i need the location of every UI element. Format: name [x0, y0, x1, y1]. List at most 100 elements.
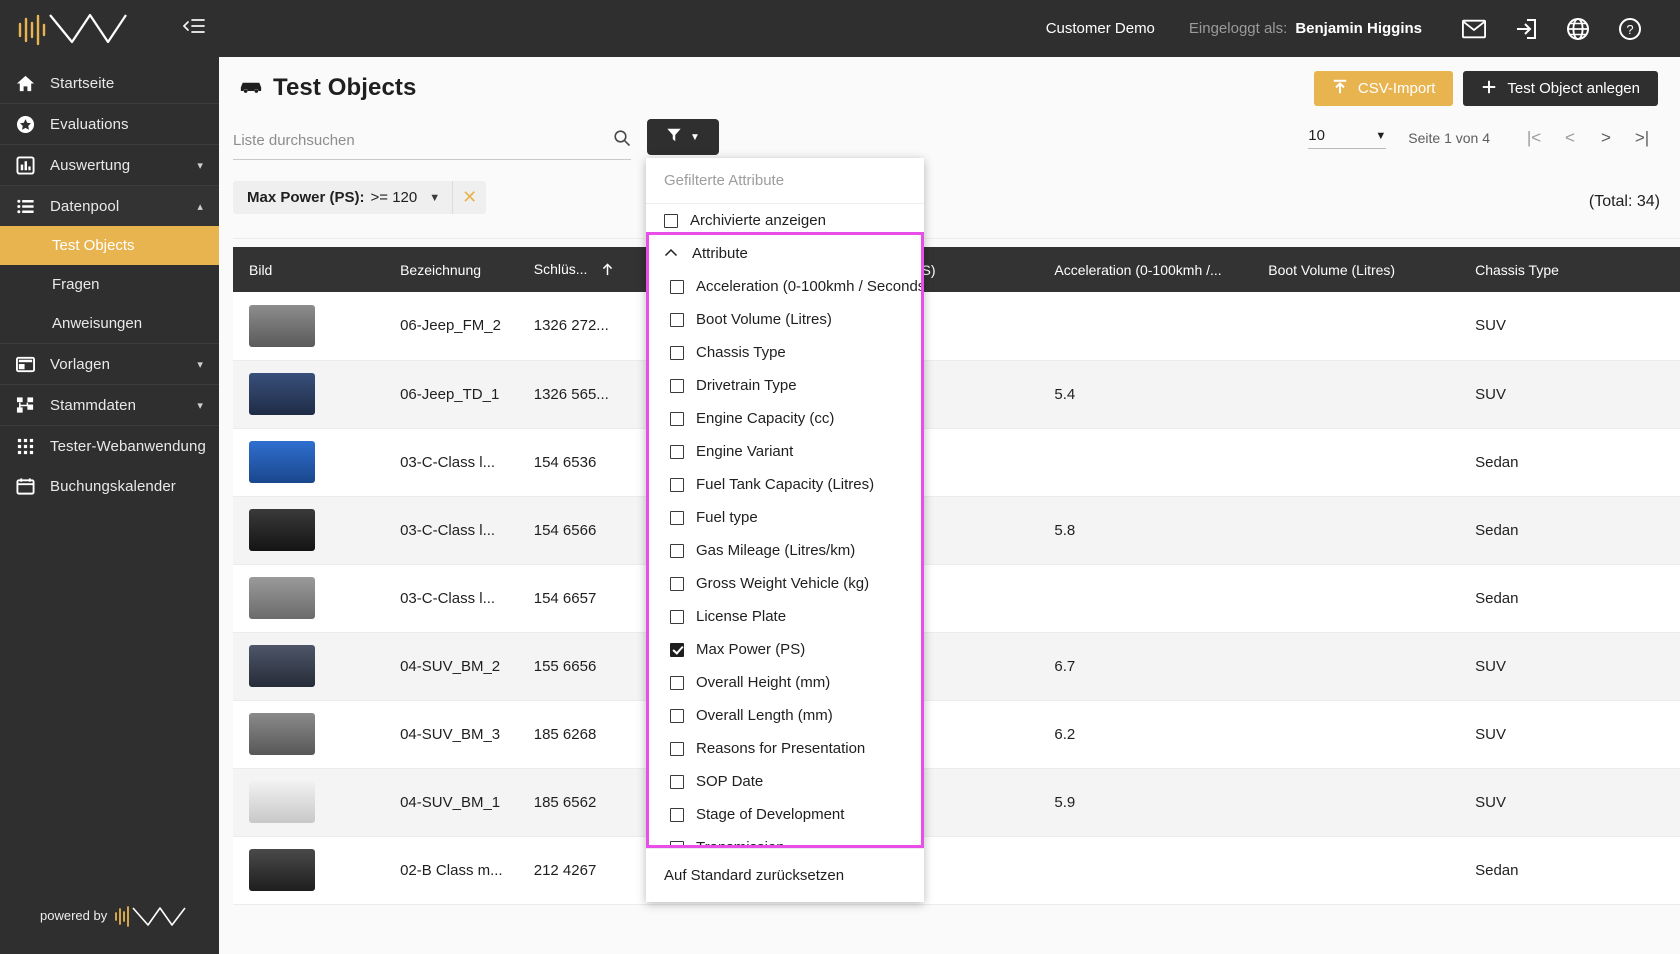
globe-icon[interactable]	[1552, 9, 1604, 49]
chevron-up-icon[interactable]	[664, 245, 678, 262]
chevron-down-icon[interactable]: ▾	[197, 358, 203, 371]
prev-page-button[interactable]: <	[1552, 123, 1588, 153]
checkbox-unchecked-icon[interactable]	[670, 411, 684, 426]
dropdown-attr-engine-variant[interactable]: Engine Variant	[670, 435, 924, 468]
sidebar-item-fragen[interactable]: Fragen	[0, 265, 219, 304]
create-test-object-button[interactable]: Test Object anlegen	[1463, 71, 1658, 106]
column-header-boot-volume[interactable]: Boot Volume (Litres)	[1252, 247, 1460, 292]
cell-chassis-type: SUV	[1459, 700, 1680, 769]
checkbox-unchecked-icon[interactable]	[670, 312, 684, 327]
cell-bild	[233, 360, 385, 429]
filter-chip-value: >= 120	[370, 189, 418, 206]
dropdown-attr-fuel-tank-capacity[interactable]: Fuel Tank Capacity (Litres)	[670, 468, 924, 501]
table-row[interactable]: 04-SUV_BM_3 185 6268 6.2 SUV	[233, 700, 1680, 769]
brand-row	[0, 0, 219, 57]
search-input[interactable]	[233, 132, 593, 149]
dropdown-attr-fuel-type[interactable]: Fuel type	[670, 501, 924, 534]
sidebar-subitem-label: Fragen	[52, 276, 100, 293]
reset-to-default-button[interactable]: Auf Standard zurücksetzen	[646, 848, 924, 902]
dropdown-attr-chassis-type[interactable]: Chassis Type	[670, 336, 924, 369]
chevron-up-icon[interactable]: ▴	[197, 200, 203, 213]
sidebar-item-vorlagen[interactable]: Vorlagen ▾	[0, 344, 219, 384]
cell-bezeichnung: 04-SUV_BM_2	[384, 632, 518, 701]
dropdown-attr-overall-height[interactable]: Overall Height (mm)	[670, 666, 924, 699]
checkbox-unchecked-icon[interactable]	[664, 213, 678, 228]
column-header-schluessel[interactable]: Schlüs...	[517, 247, 667, 292]
dropdown-attr-stage-of-development[interactable]: Stage of Development	[670, 798, 924, 831]
first-page-button[interactable]: |<	[1516, 123, 1552, 153]
sidebar-item-datenpool[interactable]: Datenpool ▴	[0, 186, 219, 226]
dropdown-attr-reasons-for-presentation[interactable]: Reasons for Presentation	[670, 732, 924, 765]
dropdown-attr-acceleration[interactable]: Acceleration (0-100kmh / Seconds)	[670, 270, 924, 303]
checkbox-unchecked-icon[interactable]	[670, 345, 684, 360]
chevron-down-icon[interactable]: ▼	[427, 192, 452, 204]
checkbox-unchecked-icon[interactable]	[670, 279, 684, 294]
checkbox-unchecked-icon[interactable]	[670, 576, 684, 591]
table-row[interactable]: 04-SUV_BM_2 155 6656 6.7 SUV	[233, 632, 1680, 701]
help-icon[interactable]: ?	[1604, 9, 1656, 49]
column-header-acceleration[interactable]: Acceleration (0-100kmh /...	[1038, 247, 1253, 292]
checkbox-unchecked-icon[interactable]	[670, 741, 684, 756]
dropdown-group-attribute[interactable]: Attribute	[646, 237, 924, 270]
dropdown-attr-license-plate[interactable]: License Plate	[670, 600, 924, 633]
dropdown-attr-max-power[interactable]: Max Power (PS)	[670, 633, 924, 666]
dropdown-option-show-archived[interactable]: Archivierte anzeigen	[646, 204, 924, 237]
sidebar-item-buchungskalender[interactable]: Buchungskalender	[0, 466, 219, 506]
avrios-wave-logo[interactable]	[16, 12, 136, 46]
sidebar-item-anweisungen[interactable]: Anweisungen	[0, 304, 219, 343]
sidebar-item-tester-webanwendung[interactable]: Tester-Webanwendung	[0, 426, 219, 466]
checkbox-unchecked-icon[interactable]	[670, 510, 684, 525]
sidebar-item-evaluations[interactable]: Evaluations	[0, 104, 219, 144]
table-row[interactable]: 06-Jeep_FM_2 1326 272... SUV	[233, 292, 1680, 361]
checkbox-unchecked-icon[interactable]	[670, 675, 684, 690]
table-row[interactable]: 06-Jeep_TD_1 1326 565... 5.4 SUV	[233, 360, 1680, 429]
dropdown-attr-gross-weight[interactable]: Gross Weight Vehicle (kg)	[670, 567, 924, 600]
column-header-bild[interactable]: Bild	[233, 247, 385, 292]
last-page-button[interactable]: >|	[1624, 123, 1660, 153]
chevron-down-icon[interactable]: ▾	[197, 399, 203, 412]
divider	[233, 238, 1680, 239]
checkbox-unchecked-icon[interactable]	[670, 774, 684, 789]
dropdown-attr-overall-length[interactable]: Overall Length (mm)	[670, 699, 924, 732]
checkbox-unchecked-icon[interactable]	[670, 609, 684, 624]
table-row[interactable]: 03-C-Class l... 154 6536 Sedan	[233, 428, 1680, 497]
sidebar-item-auswertung[interactable]: Auswertung ▾	[0, 145, 219, 185]
checkbox-unchecked-icon[interactable]	[670, 543, 684, 558]
csv-import-button[interactable]: CSV-Import	[1313, 71, 1454, 106]
dropdown-attr-sop-date[interactable]: SOP Date	[670, 765, 924, 798]
dropdown-attr-engine-capacity[interactable]: Engine Capacity (cc)	[670, 402, 924, 435]
search-field[interactable]	[233, 129, 631, 160]
table-row[interactable]: 02-B Class m... 212 4267 Sedan	[233, 836, 1680, 905]
dropdown-attr-gas-mileage[interactable]: Gas Mileage (Litres/km)	[670, 534, 924, 567]
column-header-bezeichnung[interactable]: Bezeichnung	[384, 247, 518, 292]
checkbox-unchecked-icon[interactable]	[670, 807, 684, 822]
top-bar: Customer Demo Eingeloggt als: Benjamin H…	[219, 0, 1680, 57]
checkbox-checked-icon[interactable]	[670, 642, 684, 657]
column-header-chassis-type[interactable]: Chassis Type	[1459, 247, 1680, 292]
checkbox-unchecked-icon[interactable]	[670, 477, 684, 492]
checkbox-unchecked-icon[interactable]	[670, 708, 684, 723]
dropdown-attr-drivetrain-type[interactable]: Drivetrain Type	[670, 369, 924, 402]
collapse-sidebar-icon[interactable]	[182, 17, 205, 40]
list-icon	[16, 197, 42, 216]
checkbox-unchecked-icon[interactable]	[670, 444, 684, 459]
table-row[interactable]: 03-C-Class l... 154 6566 5.8 Sedan	[233, 496, 1680, 565]
sidebar-item-stammdaten[interactable]: Stammdaten ▾	[0, 385, 219, 425]
main-content: Test Objects CSV-Import Test Object anle…	[219, 57, 1680, 954]
mail-icon[interactable]	[1448, 9, 1500, 49]
search-icon[interactable]	[613, 129, 631, 152]
filter-chip-max-power[interactable]: Max Power (PS): >= 120 ▼ ✕	[233, 181, 487, 214]
sidebar-item-startseite[interactable]: Startseite	[0, 63, 219, 103]
dropdown-attr-boot-volume[interactable]: Boot Volume (Litres)	[670, 303, 924, 336]
close-icon[interactable]: ✕	[452, 181, 486, 214]
chevron-down-icon[interactable]: ▾	[197, 159, 203, 172]
arrow-up-icon[interactable]	[601, 262, 614, 279]
page-size-select[interactable]: 10 ▼	[1308, 127, 1387, 149]
sidebar-item-test-objects[interactable]: Test Objects	[0, 226, 219, 265]
next-page-button[interactable]: >	[1588, 123, 1624, 153]
filter-button[interactable]: ▼	[647, 119, 719, 155]
table-row[interactable]: 04-SUV_BM_1 185 6562 5.9 SUV	[233, 768, 1680, 837]
logout-icon[interactable]	[1500, 9, 1552, 49]
checkbox-unchecked-icon[interactable]	[670, 378, 684, 393]
table-row[interactable]: 03-C-Class l... 154 6657 Sedan	[233, 564, 1680, 633]
